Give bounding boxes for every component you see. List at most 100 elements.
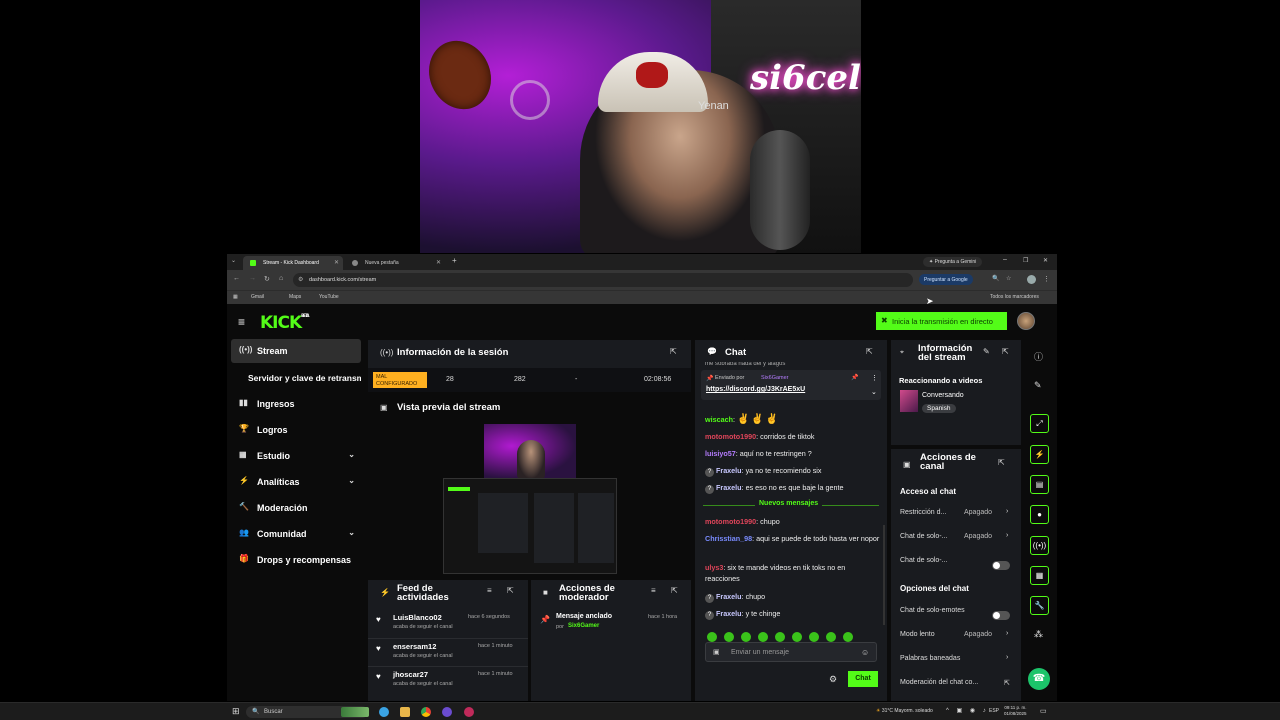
start-icon[interactable]: ⊞ [232,706,240,717]
tab-new[interactable]: Nueva pestaña ✕ [345,256,445,270]
tab-kick-dashboard[interactable]: Stream - Kick Dashboard ✕ [243,256,343,270]
chat-user[interactable]: Fraxelu [716,483,742,492]
setting-row[interactable]: Modo lento Apagado › [900,630,1015,643]
new-tab-icon[interactable]: + [452,256,457,265]
close-icon[interactable]: ✕ [334,259,339,266]
star-icon[interactable]: ☆ [1006,275,1011,282]
setting-row[interactable]: Restricción d... Apagado › [900,508,1015,521]
emote-icon[interactable] [809,632,819,642]
setting-row[interactable]: Palabras baneadas › [900,654,1015,667]
go-live-button[interactable]: ✖ Inicia la transmisión en directo [876,312,1007,330]
pencil-icon[interactable]: ✎ [1034,380,1042,391]
chat-input[interactable]: ▣ Enviar un mensaje ☺ [705,642,877,662]
chat-user[interactable]: motomoto1990 [705,517,756,526]
sidebar-item-drops[interactable]: 🎁 Drops y recompensas [231,548,361,572]
activity-user[interactable]: ensersam12 [393,642,436,651]
menu-icon[interactable]: ⋮ [1043,275,1050,283]
obs-icon[interactable] [464,707,474,717]
setting-row[interactable]: Moderación del chat co... ⇱ [900,679,1015,691]
url-field[interactable]: ⚙ dashboard.kick.com/stream [293,273,913,287]
rail-bolt-icon[interactable]: ⚡ [1030,445,1049,464]
more-icon[interactable]: ⋮ [871,374,878,382]
gemini-button[interactable]: ✦ Pregunta a Gemini [923,257,983,267]
sidebar-item-comunidad[interactable]: 👥 Comunidad ⌄ [231,522,361,546]
toggle-switch[interactable] [992,611,1010,620]
chat-scrollbar[interactable] [883,525,885,625]
unpin-icon[interactable]: 📌 [851,374,858,381]
popout-icon[interactable]: ⇱ [1002,347,1009,356]
preview-video[interactable] [484,424,576,479]
back-icon[interactable]: ← [233,275,240,282]
sidebar-item-server-key[interactable]: Servidor y clave de retransmisión [231,366,361,390]
sidebar-item-analiticas[interactable]: ⚡ Analíticas ⌄ [231,470,361,494]
ask-google-button[interactable]: Preguntar a Google [919,274,973,285]
chat-user[interactable]: luisiyo57 [705,449,736,458]
chat-settings-icon[interactable]: ▣ [713,648,720,656]
tray-icons[interactable]: ^ ▣ ◉ ♪ [946,707,989,714]
rail-chat-icon[interactable]: ● [1030,505,1049,524]
filter-icon[interactable]: ≡ [487,586,492,595]
minimize-icon[interactable]: – [1003,256,1007,263]
edge-icon[interactable] [379,707,389,717]
popout-icon[interactable]: ⇱ [671,586,678,595]
window-close-icon[interactable]: ✕ [1043,257,1048,264]
send-chat-button[interactable]: Chat [848,671,878,687]
chat-user[interactable]: Fraxelu [716,609,742,618]
site-info-icon[interactable]: ⚙ [298,276,303,283]
language-indicator[interactable]: ESP [989,708,999,714]
chevron-down-icon[interactable]: ⌄ [871,388,877,396]
mod-action-user[interactable]: Six6Gamer [568,623,599,629]
edit-icon[interactable]: ✎ [983,347,990,356]
popout-icon[interactable]: ⇱ [866,347,873,356]
widget-icon[interactable] [341,707,369,717]
sidebar-item-logros[interactable]: 🏆 Logros [231,418,361,442]
chat-user[interactable]: Chrisstian_98 [705,534,752,543]
chat-user[interactable]: wiscach [705,415,733,424]
rail-wrench-icon[interactable]: 🔧 [1030,596,1049,615]
sidebar-item-moderacion[interactable]: 🔨 Moderación [231,496,361,520]
notification-icon[interactable]: ▭ [1040,707,1047,715]
chrome-icon[interactable] [421,707,431,717]
filter-icon[interactable]: ≡ [651,586,656,595]
activity-user[interactable]: jhoscar27 [393,670,428,679]
sidebar-item-estudio[interactable]: ▦ Estudio ⌄ [231,444,361,468]
kick-logo[interactable]: KICKBETA [260,313,309,333]
bookmark-maps[interactable]: Maps [289,294,301,300]
rail-document-icon[interactable]: ▤ [1030,475,1049,494]
emote-icon[interactable] [792,632,802,642]
bookmark-gmail[interactable]: Gmail [251,294,264,300]
pinned-user[interactable]: Six6Gamer [761,375,789,381]
hamburger-menu-icon[interactable]: ≡ [238,315,245,329]
folder-icon[interactable] [400,707,410,717]
chat-user[interactable]: Fraxelu [716,592,742,601]
chat-user[interactable]: ulys3 [705,563,723,572]
sidebar-item-ingresos[interactable]: ▮▮ Ingresos [231,392,361,416]
emote-icon[interactable] [741,632,751,642]
reload-icon[interactable]: ↻ [264,275,270,283]
sidebar-item-stream[interactable]: ((•)) Stream [231,339,361,363]
rail-group-icon[interactable]: ⁂ [1034,629,1043,640]
weather-widget[interactable]: ☀ 31°C Mayorm. soleado [876,708,933,714]
close-icon[interactable]: ✕ [436,259,441,266]
emote-icon[interactable] [843,632,853,642]
tab-list-icon[interactable]: ⌄ [231,257,236,264]
emote-icon[interactable] [758,632,768,642]
all-bookmarks[interactable]: Todos los marcadores [990,294,1039,300]
avatar[interactable] [1017,312,1035,330]
emote-icon[interactable] [826,632,836,642]
home-icon[interactable]: ⌂ [279,275,283,282]
emoji-icon[interactable]: ☺ [861,648,869,657]
popout-icon[interactable]: ⇱ [507,586,514,595]
bookmark-youtube[interactable]: YouTube [319,294,339,300]
maximize-icon[interactable]: ❐ [1023,257,1028,264]
app-icon[interactable] [442,707,452,717]
apps-icon[interactable]: ▦ [233,294,238,300]
chat-user[interactable]: motomoto1990 [705,432,756,441]
popout-icon[interactable]: ⇱ [998,458,1005,467]
setting-row[interactable]: Chat de solo-... Apagado › [900,532,1015,545]
rail-broadcast-icon[interactable]: ((•)) [1030,536,1049,555]
rail-layout-icon[interactable]: ▦ [1030,566,1049,585]
toggle-switch[interactable] [992,561,1010,570]
pinned-link[interactable]: https://discord.gg/J3KrAE5xU [706,386,805,393]
gear-icon[interactable]: ⚙ [829,674,837,685]
